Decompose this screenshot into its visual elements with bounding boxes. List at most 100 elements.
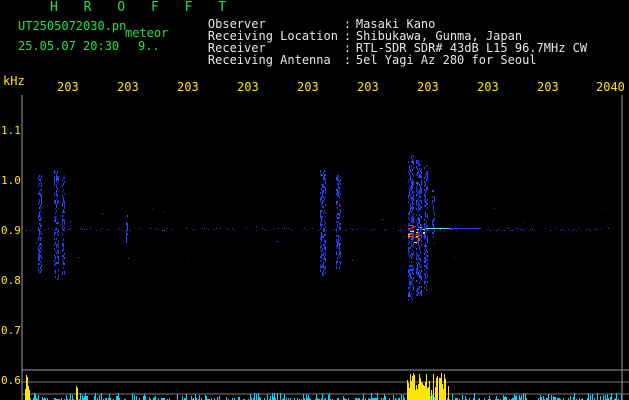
echo-pixel [338,237,339,239]
echo-pixel [324,174,325,176]
echo-pixel [321,254,322,256]
info-row-antenna: Receiving Antenna:5el Yagi Az 280 for Se… [179,42,537,78]
echo-pixel [411,257,412,259]
echo-pixel [39,219,40,221]
echo-pixel [339,265,340,267]
echo-pixel [321,226,322,228]
echo-pixel [417,194,418,196]
echo-pixel [55,228,56,230]
echo-pixel [424,167,425,169]
echo-pixel [416,270,417,272]
x-tick-label: 203 [357,80,379,94]
echo-pixel [324,186,325,188]
echo-pixel [324,176,325,178]
noise-pixel [292,230,293,231]
noise-pixel [482,230,483,231]
noise-pixel [128,258,129,259]
echo-pixel [337,245,338,247]
echo-pixel [412,205,413,207]
echo-pixel [417,180,418,182]
echo-pixel [40,261,41,263]
echo-pixel [410,269,411,271]
echo-pixel [416,262,417,264]
echo-pixel [419,164,420,166]
echo-pixel [434,242,435,244]
echo-pixel [337,261,338,263]
echo-pixel [421,168,422,170]
echo-pixel [64,205,65,207]
echo-pixel [55,216,56,218]
echo-pixel [64,177,65,179]
echo-pixel [425,223,426,225]
echo-pixel [412,299,413,301]
echo-core-pixel [423,232,425,233]
echo-pixel [55,276,56,278]
echo-pixel [426,259,427,261]
echo-pixel [420,274,421,276]
echo-pixel [419,248,420,250]
echo-pixel [41,243,42,245]
echo-pixel [41,195,42,197]
activity-bar [322,393,323,400]
x-tick-label: 203 [537,80,559,94]
activity-bar [303,394,304,400]
echo-pixel [421,292,422,294]
echo-pixel [424,261,425,263]
echo-pixel [321,204,322,206]
echo-core-pixel [412,227,414,228]
echo-pixel [411,199,412,201]
echo-pixel [420,258,421,260]
noise-pixel [588,229,589,230]
echo-pixel [339,215,340,217]
echo-pixel [336,229,337,231]
activity-bar [267,394,268,400]
activity-bar [427,388,428,400]
echo-pixel [320,248,321,250]
echo-pixel [420,272,421,274]
noise-pixel [32,228,33,229]
echo-pixel [418,164,419,166]
echo-pixel [324,266,325,268]
echo-pixel [412,159,413,161]
echo-pixel [417,162,418,164]
echo-pixel [418,182,419,184]
echo-pixel [38,237,39,239]
echo-pixel [64,201,65,203]
activity-bar [280,393,281,400]
noise-pixel [192,229,193,230]
echo-pixel [64,193,65,195]
info-colon: : [343,53,352,67]
echo-pixel [416,204,417,206]
echo-pixel [412,279,413,281]
activity-bar [384,394,385,400]
echo-pixel [62,271,63,273]
echo-pixel [411,283,412,285]
noise-pixel [562,229,563,230]
echo-pixel [126,223,127,225]
activity-bar [452,394,453,400]
echo-pixel [58,222,59,224]
noise-pixel [284,228,285,229]
activity-bar [80,393,81,400]
echo-pixel [325,248,326,250]
echo-pixel [433,218,434,220]
echo-pixel [419,228,420,230]
echo-pixel [54,232,55,234]
echo-pixel [38,177,39,179]
activity-bar [413,373,414,400]
echo-pixel [413,225,414,227]
x-tick-label: 203 [477,80,499,94]
echo-pixel [433,232,434,234]
activity-bar [82,395,83,400]
echo-pixel [41,249,42,251]
noise-pixel [78,257,79,258]
echo-pixel [339,247,340,249]
echo-pixel [39,251,40,253]
echo-pixel [421,202,422,204]
echo-pixel [416,162,417,164]
echo-pixel [410,197,411,199]
activity-bar [592,394,593,400]
echo-pixel [320,242,321,244]
activity-bar [588,393,589,400]
noise-pixel [374,229,375,230]
